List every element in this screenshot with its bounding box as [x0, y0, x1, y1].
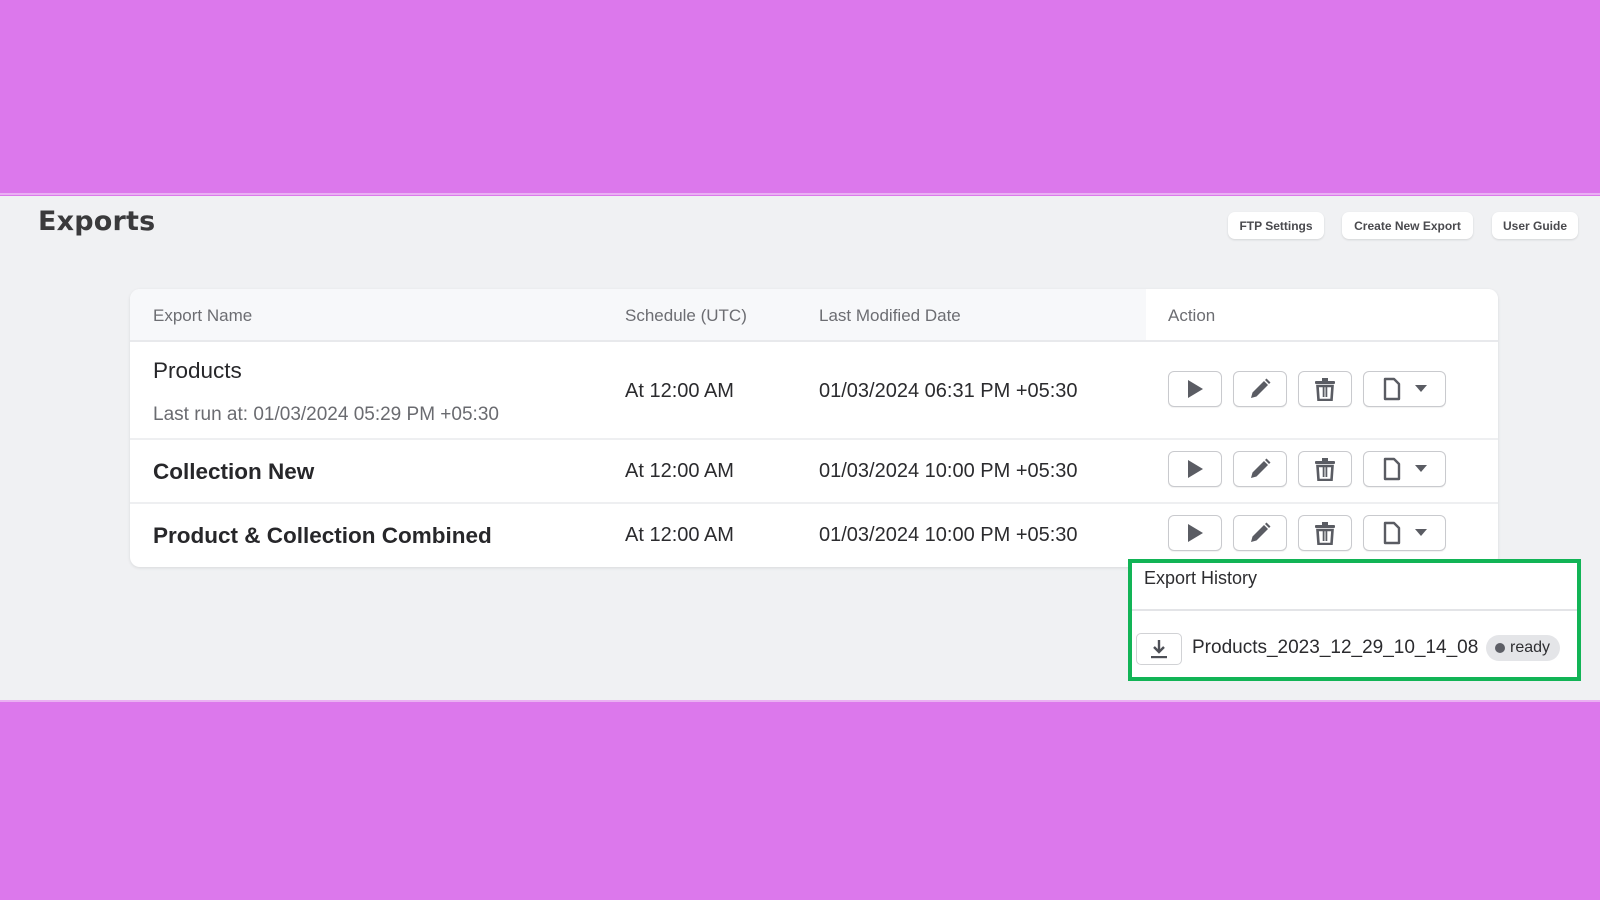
trash-icon: [1315, 458, 1335, 481]
exports-table: Export Name Schedule (UTC) Last Modified…: [130, 289, 1498, 567]
play-icon: [1188, 460, 1203, 478]
row-actions: [1168, 515, 1446, 551]
divider: [1132, 609, 1577, 611]
schedule-value: At 12:00 AM: [625, 460, 734, 482]
column-header-last-modified: Last Modified Date: [819, 306, 961, 325]
export-history-title: Export History: [1144, 568, 1258, 588]
top-background-band: [0, 0, 1600, 195]
export-name: Products: [153, 358, 242, 383]
row-actions: [1168, 371, 1446, 407]
export-file-dropdown[interactable]: [1363, 515, 1446, 551]
schedule-value: At 12:00 AM: [625, 380, 734, 402]
file-icon: [1383, 377, 1400, 401]
caret-down-icon: [1414, 529, 1427, 536]
last-modified-value: 01/03/2024 10:00 PM +05:30: [819, 460, 1078, 482]
column-header-export-name: Export Name: [153, 306, 253, 325]
exports-page: Exports FTP Settings Create New Export U…: [0, 196, 1600, 700]
last-run-text: Last run at: 01/03/2024 05:29 PM +05:30: [153, 404, 499, 425]
edit-export-button[interactable]: [1233, 371, 1287, 407]
run-export-button[interactable]: [1168, 371, 1222, 407]
pencil-icon: [1251, 458, 1271, 478]
caret-down-icon: [1414, 385, 1427, 392]
trash-icon: [1315, 522, 1335, 545]
pencil-icon: [1251, 522, 1271, 542]
last-modified-value: 01/03/2024 10:00 PM +05:30: [819, 524, 1078, 546]
trash-icon: [1315, 378, 1335, 401]
ftp-settings-button[interactable]: FTP Settings: [1228, 212, 1324, 239]
delete-export-button[interactable]: [1298, 451, 1352, 487]
download-icon: [1151, 640, 1167, 659]
export-file-dropdown[interactable]: [1363, 451, 1446, 487]
status-text: ready: [1510, 639, 1551, 656]
file-icon: [1383, 521, 1400, 545]
create-new-export-button[interactable]: Create New Export: [1342, 212, 1473, 239]
schedule-value: At 12:00 AM: [625, 524, 734, 546]
pencil-icon: [1251, 378, 1271, 398]
play-icon: [1188, 380, 1203, 398]
status-dot-icon: [1495, 643, 1505, 653]
export-history-dropdown: Export History Products_2023_12_29_10_14…: [1128, 559, 1581, 681]
table-row: Product & Collection Combined At 12:00 A…: [130, 504, 1498, 567]
export-name: Collection New: [153, 459, 315, 484]
caret-down-icon: [1414, 465, 1427, 472]
bottom-background-band: [0, 700, 1600, 900]
page-title: Exports: [38, 206, 156, 237]
table-header: Export Name Schedule (UTC) Last Modified…: [130, 289, 1498, 342]
last-modified-value: 01/03/2024 06:31 PM +05:30: [819, 380, 1078, 402]
user-guide-button[interactable]: User Guide: [1492, 212, 1578, 239]
delete-export-button[interactable]: [1298, 515, 1352, 551]
export-file-dropdown[interactable]: [1363, 371, 1446, 407]
delete-export-button[interactable]: [1298, 371, 1352, 407]
table-row: Products Last run at: 01/03/2024 05:29 P…: [130, 342, 1498, 440]
column-header-action: Action: [1168, 306, 1216, 325]
table-row: Collection New At 12:00 AM 01/03/2024 10…: [130, 440, 1498, 504]
export-name: Product & Collection Combined: [153, 523, 492, 548]
play-icon: [1188, 524, 1203, 542]
status-badge: ready: [1486, 635, 1561, 661]
export-file-name[interactable]: Products_2023_12_29_10_14_08: [1192, 637, 1478, 659]
download-button[interactable]: [1136, 633, 1182, 665]
run-export-button[interactable]: [1168, 515, 1222, 551]
edit-export-button[interactable]: [1233, 451, 1287, 487]
run-export-button[interactable]: [1168, 451, 1222, 487]
row-actions: [1168, 451, 1446, 487]
edit-export-button[interactable]: [1233, 515, 1287, 551]
file-icon: [1383, 457, 1400, 481]
column-header-schedule: Schedule (UTC): [625, 306, 747, 325]
